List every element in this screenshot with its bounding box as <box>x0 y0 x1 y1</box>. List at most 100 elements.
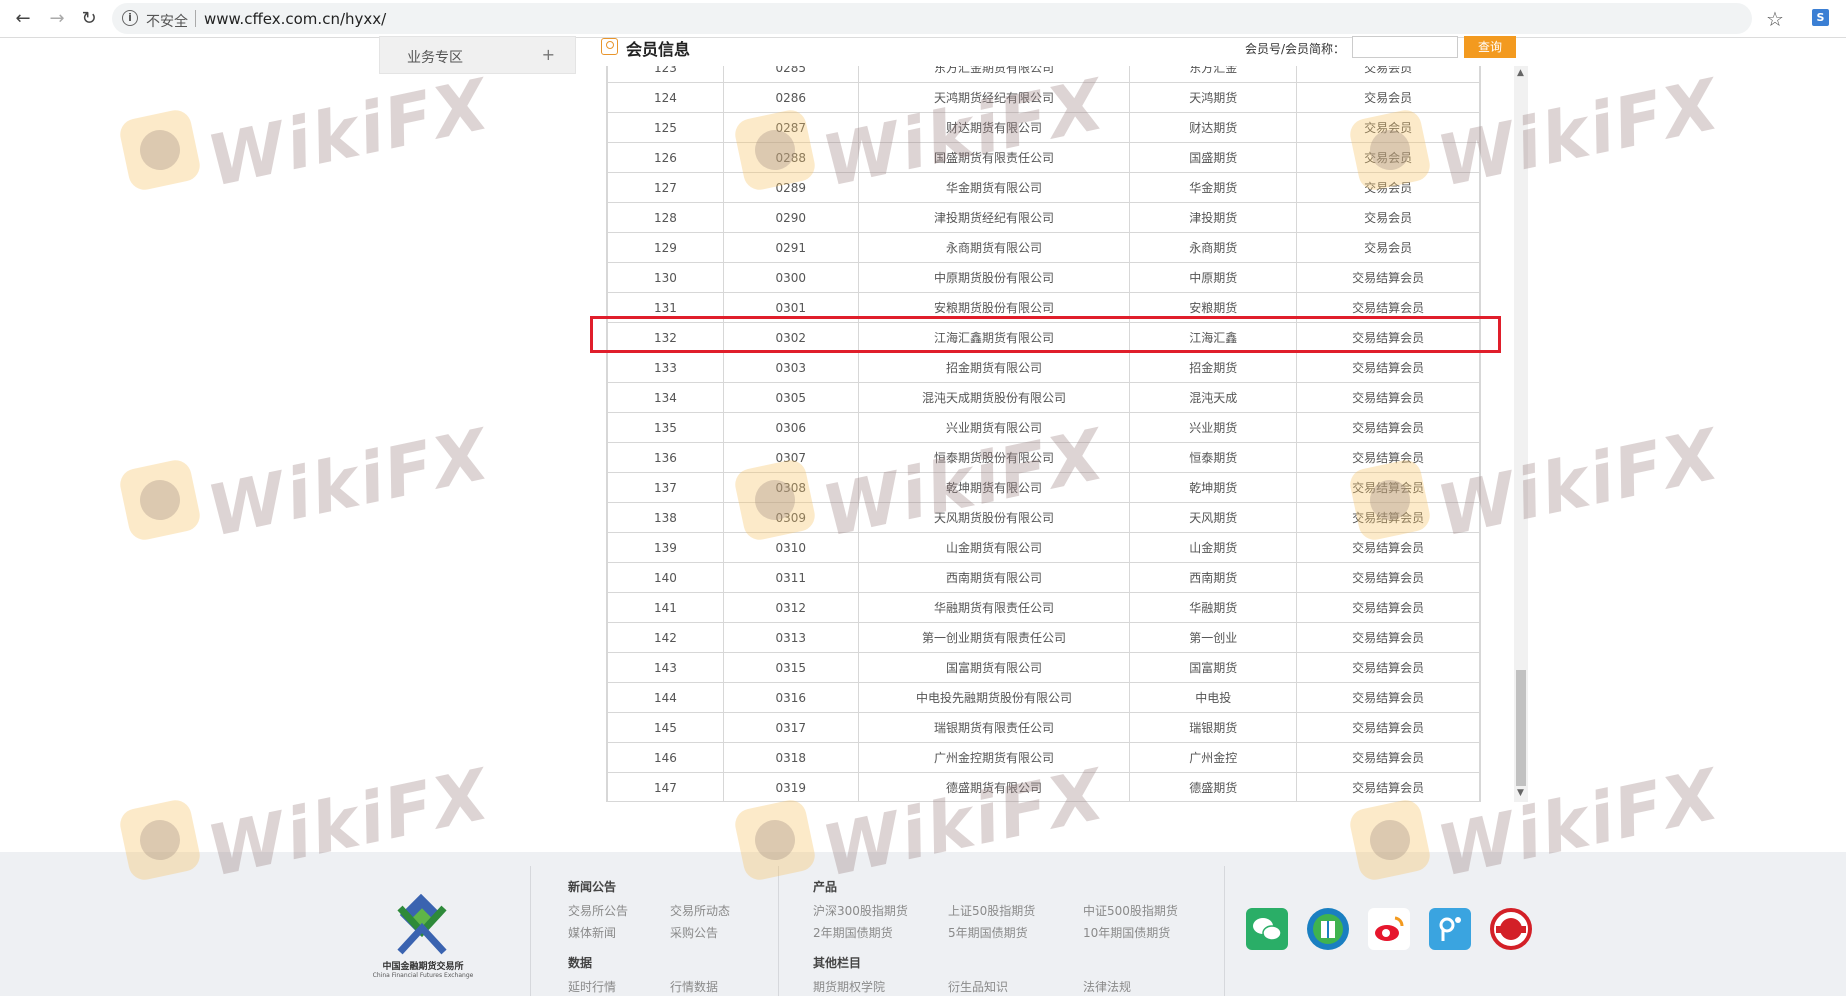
bookmark-star-icon[interactable]: ☆ <box>1766 7 1784 31</box>
extension-icon[interactable]: S <box>1812 9 1829 26</box>
footer-divider <box>1224 866 1225 996</box>
member-code-cell: 0319 <box>722 772 859 801</box>
cffex-logo[interactable]: 中国金融期货交易所 China Financial Futures Exchan… <box>368 893 478 984</box>
row-number-cell: 140 <box>607 562 724 593</box>
footer: 中国金融期货交易所 China Financial Futures Exchan… <box>0 852 1846 996</box>
footer-link[interactable]: 2年期国债期货 <box>813 924 893 941</box>
table-row: 139 0310 山金期货有限公司 山金期货 交易结算会员 <box>607 532 1480 563</box>
address-bar[interactable]: i 不安全 www.cffex.com.cn/hyxx/ <box>112 3 1752 34</box>
table-row: 143 0315 国富期货有限公司 国富期货 交易结算会员 <box>607 652 1480 683</box>
table-row: 144 0316 中电投先融期货股份有限公司 中电投 交易结算会员 <box>607 682 1480 713</box>
member-code-cell: 0289 <box>722 172 859 203</box>
member-table-viewport[interactable]: 123 0285 东方汇金期货有限公司 东方汇金 交易会员 124 0286 天鸿期货经纪有限… <box>606 66 1481 802</box>
footer-link[interactable]: 行情数据 <box>670 978 718 995</box>
member-type-cell: 交易结算会员 <box>1296 412 1480 443</box>
footer-link[interactable]: 10年期国债期货 <box>1083 924 1170 941</box>
footer-other-title: 其他栏目 <box>813 956 862 970</box>
weibo-icon[interactable] <box>1368 908 1410 950</box>
short-name-cell: 永商期货 <box>1129 232 1298 263</box>
row-number-cell: 142 <box>607 622 724 653</box>
footer-link[interactable]: 中证500股指期货 <box>1083 902 1178 919</box>
footer-link[interactable]: 交易所公告 <box>568 902 628 919</box>
row-number-cell: 147 <box>607 772 724 801</box>
footer-link[interactable]: 法律法规 <box>1083 978 1131 995</box>
short-name-cell: 瑞银期货 <box>1129 712 1298 743</box>
table-row: 129 0291 永商期货有限公司 永商期货 交易会员 <box>607 232 1480 263</box>
table-row: 133 0303 招金期货有限公司 招金期货 交易结算会员 <box>607 352 1480 383</box>
sidebar-item-business-zone[interactable]: 业务专区 + <box>379 36 576 74</box>
member-type-cell: 交易结算会员 <box>1296 352 1480 383</box>
member-code-cell: 0308 <box>722 472 859 503</box>
scroll-up-icon[interactable]: ▲ <box>1517 68 1524 78</box>
company-name-cell: 山金期货有限公司 <box>857 532 1131 563</box>
expand-plus-icon[interactable]: + <box>542 45 555 64</box>
wikifx-watermark: WikiFX <box>110 63 497 203</box>
wechat-icon[interactable] <box>1246 908 1288 950</box>
sidebar-item-label: 业务专区 <box>407 50 463 66</box>
logo-chinese-name: 中国金融期货交易所 <box>382 962 464 972</box>
member-code-cell: 0300 <box>722 262 859 293</box>
company-name-cell: 国富期货有限公司 <box>857 652 1131 683</box>
row-number-cell: 135 <box>607 412 724 443</box>
member-code-cell: 0316 <box>722 682 859 713</box>
member-code-cell: 0310 <box>722 532 859 563</box>
table-scrollbar[interactable]: ▲ ▼ <box>1514 66 1528 802</box>
footer-link[interactable]: 延时行情 <box>568 978 616 995</box>
footer-divider <box>530 866 531 996</box>
scrollbar-thumb[interactable] <box>1516 670 1526 786</box>
watermark-text: WikiFX <box>200 63 497 203</box>
table-row: 126 0288 国盛期货有限责任公司 国盛期货 交易会员 <box>607 142 1480 173</box>
row-number-cell: 129 <box>607 232 724 263</box>
table-row: 127 0289 华金期货有限公司 华金期货 交易会员 <box>607 172 1480 203</box>
company-name-cell: 恒泰期货股份有限公司 <box>857 442 1131 473</box>
row-number-cell: 144 <box>607 682 724 713</box>
url-text[interactable]: www.cffex.com.cn/hyxx/ <box>204 10 386 28</box>
short-name-cell: 华金期货 <box>1129 172 1298 203</box>
back-icon[interactable]: ← <box>12 8 34 30</box>
footer-news-title: 新闻公告 <box>568 880 617 894</box>
certification-icon[interactable] <box>1490 908 1532 950</box>
scroll-down-icon[interactable]: ▼ <box>1517 788 1524 798</box>
footer-link[interactable]: 媒体新闻 <box>568 924 616 941</box>
row-number-cell: 138 <box>607 502 724 533</box>
member-type-cell: 交易结算会员 <box>1296 592 1480 623</box>
table-row: 136 0307 恒泰期货股份有限公司 恒泰期货 交易结算会员 <box>607 442 1480 473</box>
book-icon[interactable] <box>1307 908 1349 950</box>
short-name-cell: 天风期货 <box>1129 502 1298 533</box>
footer-link[interactable]: 交易所动态 <box>670 902 730 919</box>
row-number-cell: 133 <box>607 352 724 383</box>
company-name-cell: 华金期货有限公司 <box>857 172 1131 203</box>
company-name-cell: 天风期货股份有限公司 <box>857 502 1131 533</box>
short-name-cell: 山金期货 <box>1129 532 1298 563</box>
row-number-cell: 145 <box>607 712 724 743</box>
short-name-cell: 东方汇金 <box>1129 66 1298 83</box>
forward-icon[interactable]: → <box>46 8 68 30</box>
footer-link[interactable]: 沪深300股指期货 <box>813 902 908 919</box>
company-name-cell: 广州金控期货有限公司 <box>857 742 1131 773</box>
footer-link[interactable]: 衍生品知识 <box>948 978 1008 995</box>
row-number-cell: 124 <box>607 82 724 113</box>
footer-link[interactable]: 期货期权学院 <box>813 978 885 995</box>
short-name-cell: 天鸿期货 <box>1129 82 1298 113</box>
footer-link[interactable]: 上证50股指期货 <box>948 902 1035 919</box>
info-icon[interactable]: i <box>122 10 138 26</box>
short-name-cell: 德盛期货 <box>1129 772 1298 801</box>
footer-link[interactable]: 采购公告 <box>670 924 718 941</box>
member-type-cell: 交易会员 <box>1296 66 1480 83</box>
short-name-cell: 中电投 <box>1129 682 1298 713</box>
member-icon <box>601 38 618 55</box>
short-name-cell: 兴业期货 <box>1129 412 1298 443</box>
short-name-cell: 广州金控 <box>1129 742 1298 773</box>
footer-product-title: 产品 <box>813 880 838 894</box>
member-search-input[interactable] <box>1352 36 1458 58</box>
browser-toolbar: ← → ↻ i 不安全 www.cffex.com.cn/hyxx/ ☆ S <box>0 0 1846 38</box>
highlight-box <box>590 316 1501 353</box>
company-name-cell: 招金期货有限公司 <box>857 352 1131 383</box>
footer-link[interactable]: 5年期国债期货 <box>948 924 1028 941</box>
app-icon[interactable] <box>1429 908 1471 950</box>
member-type-cell: 交易会员 <box>1296 232 1480 263</box>
member-type-cell: 交易结算会员 <box>1296 562 1480 593</box>
search-button[interactable]: 查询 <box>1464 36 1516 58</box>
reload-icon[interactable]: ↻ <box>78 8 100 30</box>
member-code-cell: 0303 <box>722 352 859 383</box>
